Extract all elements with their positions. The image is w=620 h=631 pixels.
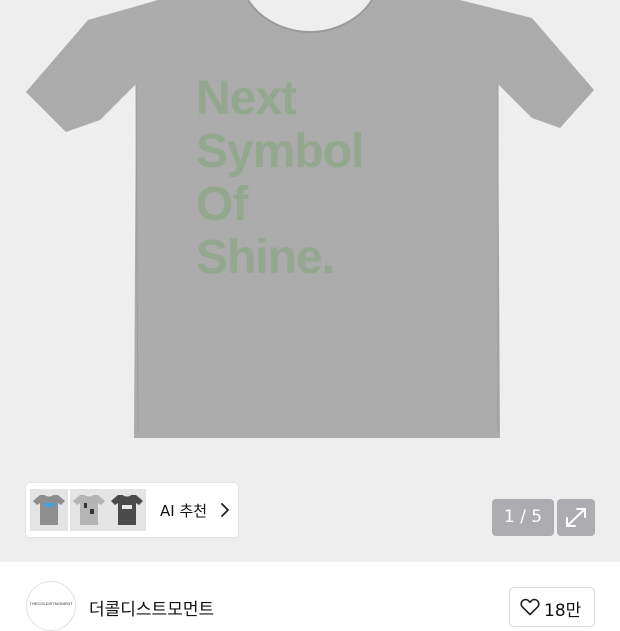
shop-avatar[interactable]: THECOLDISTMOMENT — [26, 581, 76, 631]
chevron-right-icon[interactable] — [218, 498, 232, 522]
shop-name[interactable]: 더콜디스트모먼트 — [89, 595, 214, 620]
thumbnail-gray-tshirt-black-print — [70, 489, 108, 531]
expand-button[interactable] — [557, 499, 595, 536]
shirt-print: Next Symbol Of Shine. — [196, 72, 436, 284]
like-count: 18만 — [544, 601, 582, 621]
shirt-print-line: Symbol — [196, 125, 364, 178]
image-page-counter: 1 / 5 — [492, 499, 554, 536]
shirt-print-line: Of — [196, 178, 248, 231]
thumbnail-gray-tshirt-blue-print — [30, 489, 68, 531]
thumbnail-charcoal-tshirt-white-print — [108, 489, 146, 531]
shirt-print-line: Shine. — [196, 231, 335, 284]
shop-logo: THECOLDISTMOMENT — [29, 601, 73, 606]
ai-recommend-card[interactable]: AI 추천 — [26, 483, 238, 537]
expand-diagonal-icon — [566, 508, 586, 527]
heart-outline-icon — [520, 598, 540, 616]
like-button[interactable]: 18만 — [509, 587, 595, 627]
product-image[interactable]: Next Symbol Of Shine. AI 추천 1 / 5 — [0, 0, 620, 562]
ai-recommend-label: AI 추천 — [160, 502, 208, 520]
shirt-print-line: Next — [196, 72, 297, 125]
